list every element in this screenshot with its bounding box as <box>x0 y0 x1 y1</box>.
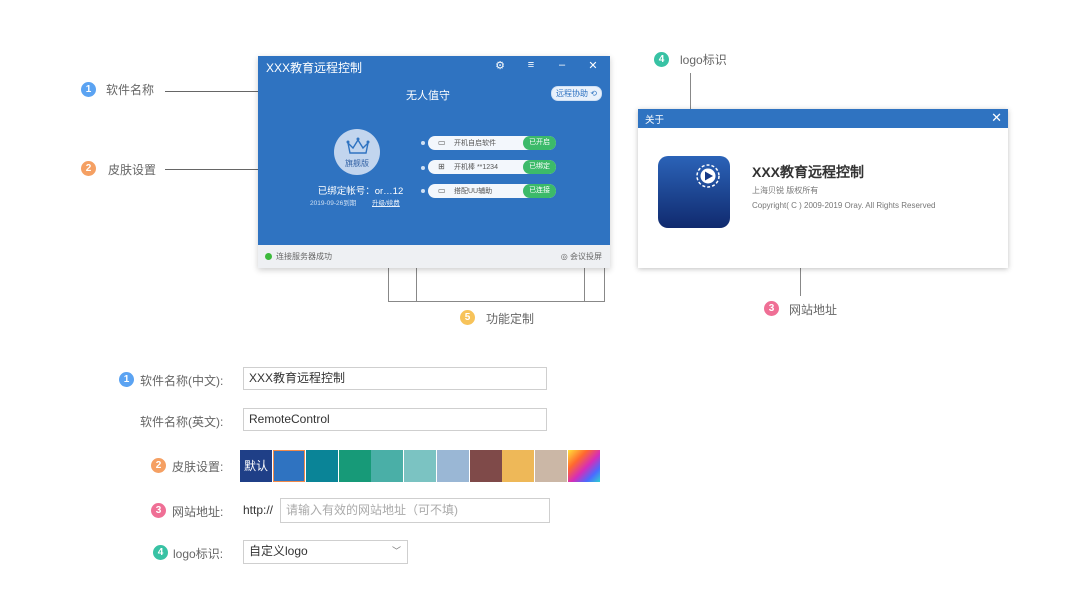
feature-dot <box>421 141 425 145</box>
feature-badge: 已连接 <box>523 184 556 198</box>
callout-website: 网站地址 <box>789 303 838 317</box>
about-company: 上海贝锐 版权所有 <box>752 186 819 195</box>
connection-status: 连接服务器成功 <box>276 252 332 261</box>
feature-line-c <box>584 266 585 302</box>
minimize-icon[interactable]: – <box>555 59 569 71</box>
logo-select[interactable]: 自定义logo ﹀ <box>243 540 408 564</box>
connected-status-icon <box>265 253 272 260</box>
callout-number-1: 1 <box>81 82 96 97</box>
close-icon[interactable]: ✕ <box>991 110 1002 126</box>
feature-autostart[interactable]: ▭ 开机自启软件 已开启 <box>428 136 556 150</box>
feature-label: 搭配UU辅助 <box>454 188 493 195</box>
skin-swatch-default[interactable]: 默认 <box>240 450 272 482</box>
play-logo-icon <box>696 164 720 188</box>
feature-dot <box>421 189 425 193</box>
website-input[interactable]: 请输入有效的网站地址（可不填) <box>280 498 550 523</box>
feature-badge: 已绑定 <box>523 160 556 174</box>
feature-uu-assist[interactable]: ▭ 搭配UU辅助 已连接 <box>428 184 556 198</box>
callout-skin: 皮肤设置 <box>108 163 157 177</box>
cast-icon: ◎ <box>560 252 568 261</box>
skin-swatch-aqua[interactable] <box>404 450 436 482</box>
meeting-cast-button[interactable]: ◎ 会议投屏 <box>561 251 602 262</box>
monitor-icon: ▭ <box>438 138 446 147</box>
callout-number-4: 4 <box>654 52 669 67</box>
form-number-1: 1 <box>119 372 134 387</box>
logo-label: logo标识: <box>173 547 224 561</box>
remote-control-window: XXX教育远程控制 ⚙ ≡ – ✕ 无人值守 远程协助 ⟲ 旗舰版 已绑定帐号：… <box>258 56 610 268</box>
about-app-name: XXX教育远程控制 <box>752 164 865 180</box>
name-cn-label: 软件名称(中文): <box>140 374 224 388</box>
name-en-label: 软件名称(英文): <box>140 415 224 429</box>
name-en-input[interactable]: RemoteControl <box>243 408 547 431</box>
unattended-title: 无人值守 <box>406 90 450 102</box>
close-icon[interactable]: ✕ <box>586 59 600 72</box>
feature-dot <box>421 166 425 170</box>
feature-label: 开机自启软件 <box>454 140 496 147</box>
form-number-2: 2 <box>151 458 166 473</box>
skin-swatch-beige[interactable] <box>535 450 567 482</box>
name-cn-input[interactable]: XXX教育远程控制 <box>243 367 547 390</box>
bound-account: 已绑定帐号：or…12 <box>317 186 404 197</box>
about-dialog: 关于 ✕ XXX教育远程控制 上海贝锐 版权所有 Copyright( C ) … <box>638 109 1008 268</box>
skin-swatch-teal-dark[interactable] <box>306 450 338 482</box>
feature-label: 开机棒 **1234 <box>454 164 498 171</box>
skin-swatch-green[interactable] <box>339 450 371 482</box>
about-copyright: Copyright( C ) 2009-2019 Oray. All Right… <box>752 201 936 210</box>
callout-number-3: 3 <box>764 301 779 316</box>
callout-number-2: 2 <box>81 161 96 176</box>
app-title: XXX教育远程控制 <box>266 61 363 75</box>
website-label: 网站地址: <box>172 505 224 519</box>
upgrade-link[interactable]: 升级/续费 <box>372 197 400 207</box>
form-number-3: 3 <box>151 503 166 518</box>
feature-line-bottom <box>388 301 605 302</box>
skin-swatch-custom-color[interactable] <box>568 450 600 482</box>
form-number-4: 4 <box>153 545 168 560</box>
chevron-down-icon: ﹀ <box>391 546 401 556</box>
skin-swatch-teal[interactable] <box>371 450 403 482</box>
status-footer: 连接服务器成功 ◎ 会议投屏 <box>258 245 610 268</box>
skin-label: 皮肤设置: <box>172 460 224 474</box>
website-prefix: http:// <box>243 503 274 517</box>
skin-swatch-blue[interactable] <box>273 450 305 482</box>
logo-select-value: 自定义logo <box>249 544 308 558</box>
power-stick-icon: ⊞ <box>438 162 445 171</box>
meeting-cast-label: 会议投屏 <box>570 252 602 261</box>
crown-icon <box>346 137 370 154</box>
skin-swatch-light-blue[interactable] <box>437 450 469 482</box>
menu-icon[interactable]: ≡ <box>524 59 538 71</box>
edition-label: 旗舰版 <box>345 159 369 168</box>
remote-assist-button[interactable]: 远程协助 ⟲ <box>551 86 602 101</box>
callout-number-5: 5 <box>460 310 475 325</box>
about-title: 关于 <box>645 115 665 126</box>
callout-software-name: 软件名称 <box>106 83 155 97</box>
feature-badge: 已开启 <box>523 136 556 150</box>
feature-power-stick[interactable]: ⊞ 开机棒 **1234 已绑定 <box>428 160 556 174</box>
edition-avatar: 旗舰版 <box>334 129 380 175</box>
expire-date: 2019-09-26到期 <box>310 200 357 207</box>
about-titlebar: 关于 ✕ <box>638 109 1008 128</box>
uu-icon: ▭ <box>438 186 446 195</box>
app-logo <box>658 156 730 228</box>
skin-swatch-brown[interactable] <box>470 450 502 482</box>
settings-gear-icon[interactable]: ⚙ <box>493 59 507 72</box>
skin-swatch-yellow[interactable] <box>502 450 534 482</box>
callout-logo: logo标识 <box>680 53 727 67</box>
callout-features: 功能定制 <box>486 312 535 326</box>
